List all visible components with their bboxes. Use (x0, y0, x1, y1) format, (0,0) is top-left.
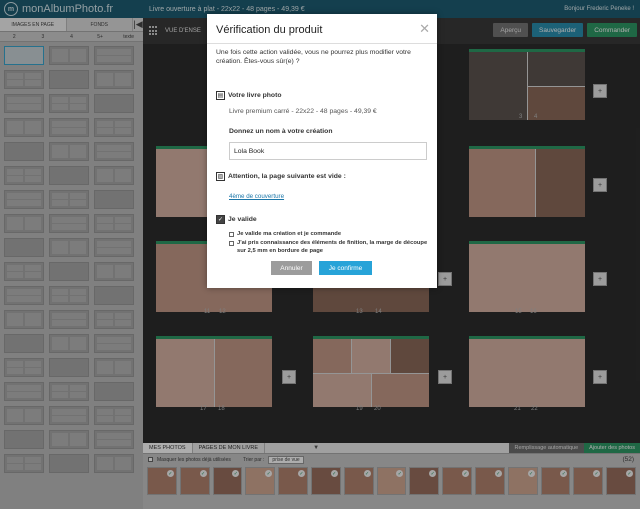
back-cover-link[interactable]: 4ème de couverture (229, 193, 284, 200)
creation-name-input[interactable]: Lola Book (229, 142, 427, 160)
close-icon[interactable]: ✕ (419, 22, 430, 35)
product-verification-dialog: Vérification du produit ✕ Une fois cette… (207, 14, 437, 288)
checkbox-checked-icon: ✓ (216, 215, 225, 224)
confirm-button[interactable]: Je confirme (319, 261, 372, 275)
name-field-label: Donnez un nom à votre création (229, 128, 333, 135)
book-section-label: Votre livre photo (228, 92, 282, 99)
confirm-order-row: Je valide ma création et je commande (229, 231, 429, 239)
accept-finishing-checkbox[interactable] (229, 241, 234, 246)
image-icon: ▨ (216, 172, 225, 181)
warning-label: Attention, la page suivante est vide : (228, 173, 346, 180)
book-section-heading: ▤ Votre livre photo (216, 91, 282, 100)
validate-label: Je valide (228, 216, 257, 223)
product-description: Livre premium carré - 22x22 - 48 pages -… (229, 108, 377, 115)
confirm-order-checkbox[interactable] (229, 232, 234, 237)
accept-finishing-row: J'ai pris connaissance des éléments de f… (229, 240, 429, 255)
validate-heading: ✓ Je valide (216, 215, 257, 224)
book-icon: ▤ (216, 91, 225, 100)
warning-heading: ▨ Attention, la page suivante est vide : (216, 172, 346, 181)
dialog-title: Vérification du produit (216, 24, 323, 36)
confirm-order-label: Je valide ma création et je commande (237, 231, 342, 237)
divider (207, 43, 437, 44)
cancel-button[interactable]: Annuler (271, 261, 312, 275)
dialog-intro: Une fois cette action validée, vous ne p… (216, 49, 411, 65)
accept-finishing-label: J'ai pris connaissance des éléments de f… (237, 240, 428, 254)
